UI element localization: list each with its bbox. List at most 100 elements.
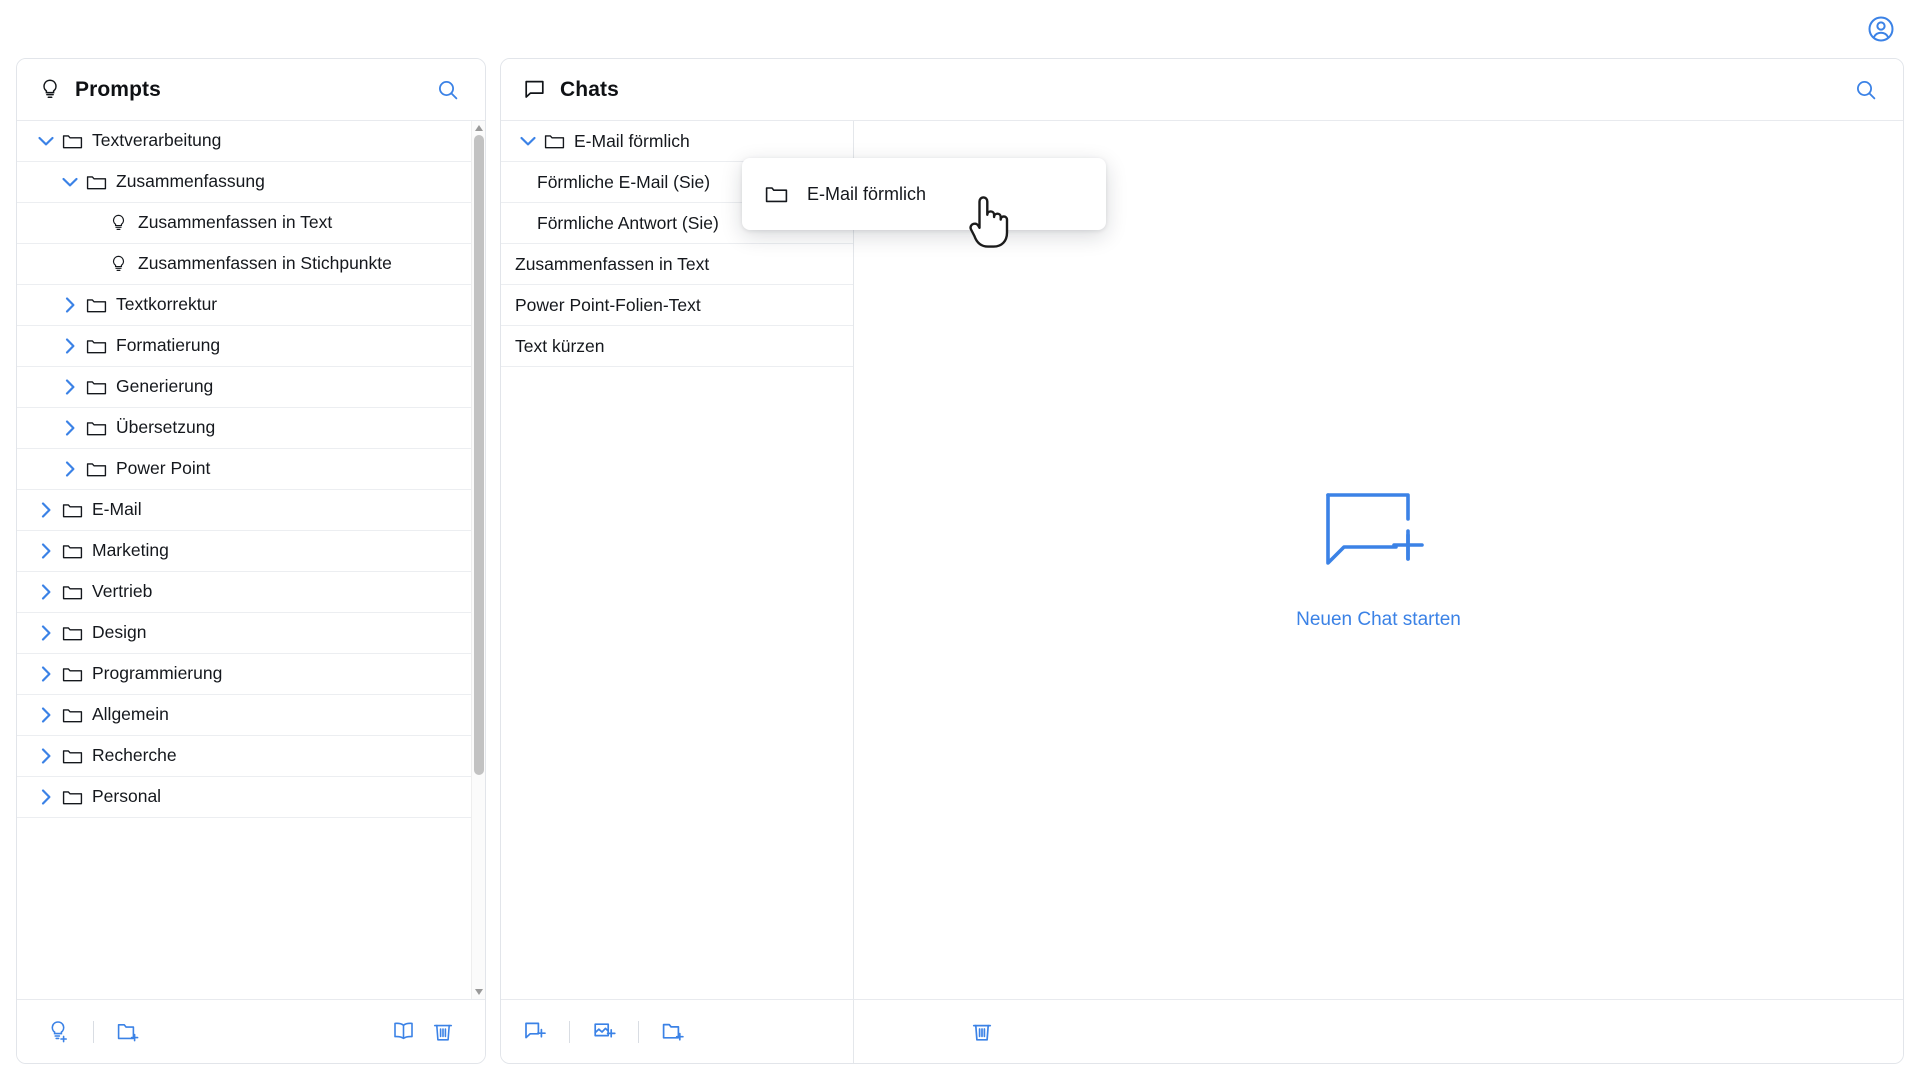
chats-tree-row-label: E-Mail förmlich (574, 130, 690, 151)
prompts-tree-row[interactable]: Generierung (17, 367, 485, 408)
chats-toolbar (501, 999, 854, 1063)
folder-icon (541, 130, 567, 153)
prompts-tree-row[interactable]: Power Point (17, 449, 485, 490)
chats-tree-row-label: Zusammenfassen in Text (515, 253, 710, 274)
prompts-tree-row[interactable]: Vertrieb (17, 572, 485, 613)
lightbulb-icon (105, 213, 131, 234)
prompts-tree-row[interactable]: Allgemein (17, 695, 485, 736)
chat-actions-toolbar (854, 999, 1903, 1063)
folder-icon (83, 458, 109, 481)
prompts-tree-row-label: Marketing (92, 540, 169, 561)
prompts-tree-row-label: Textkorrektur (116, 294, 218, 315)
prompts-tree-row-label: Generierung (116, 376, 214, 397)
scroll-up-arrow-icon[interactable] (475, 124, 483, 132)
new-image-button[interactable] (584, 1012, 624, 1052)
chevron-right-icon[interactable] (33, 581, 59, 603)
chats-panel-header: Chats (501, 59, 1903, 121)
lightbulb-icon (39, 78, 61, 102)
chats-list[interactable]: E-Mail förmlich Förmliche E-Mail (Sie) För… (501, 121, 854, 999)
start-new-chat-label[interactable]: Neuen Chat starten (1296, 609, 1461, 631)
folder-icon (59, 786, 85, 809)
prompts-tree-row[interactable]: Formatierung (17, 326, 485, 367)
chevron-right-icon[interactable] (57, 458, 83, 480)
search-icon[interactable] (433, 75, 463, 105)
folder-icon (83, 376, 109, 399)
new-folder-button[interactable] (653, 1012, 693, 1052)
chats-tree-row[interactable]: Power Point-Folien-Text (501, 285, 853, 326)
delete-chat-button[interactable] (962, 1012, 1002, 1052)
chats-panel: Chats E-Mail förmlich Förmliche E-Mail (S… (500, 58, 1904, 1064)
folder-icon (59, 499, 85, 522)
folder-icon (83, 335, 109, 358)
chevron-right-icon[interactable] (57, 417, 83, 439)
scrollbar-thumb[interactable] (474, 135, 484, 775)
prompts-tree-row[interactable]: Programmierung (17, 654, 485, 695)
chevron-right-icon[interactable] (33, 786, 59, 808)
chevron-right-icon[interactable] (33, 540, 59, 562)
new-folder-button[interactable] (108, 1012, 148, 1052)
prompts-tree-row-label: Textverarbeitung (92, 130, 222, 151)
prompts-tree-row[interactable]: Zusammenfassung (17, 162, 485, 203)
prompts-tree-row[interactable]: Marketing (17, 531, 485, 572)
app-root: Prompts Textverarbeitung Zusammenfassung Z… (0, 0, 1920, 1080)
chats-tree-row-label: Förmliche E-Mail (Sie) (537, 171, 711, 192)
prompts-tree-row[interactable]: Personal (17, 777, 485, 818)
scroll-down-arrow-icon[interactable] (475, 988, 483, 996)
delete-button[interactable] (423, 1012, 463, 1052)
prompts-tree-row-label: Zusammenfassung (116, 171, 265, 192)
chats-empty-state: Neuen Chat starten (854, 121, 1903, 999)
top-bar (0, 0, 1920, 56)
new-chat-button[interactable] (515, 1012, 555, 1052)
prompts-tree-row[interactable]: Zusammenfassen in Stichpunkte (17, 244, 485, 285)
chevron-right-icon[interactable] (33, 745, 59, 767)
folder-icon (59, 540, 85, 563)
prompts-tree-row[interactable]: Recherche (17, 736, 485, 777)
library-button[interactable] (383, 1012, 423, 1052)
chats-tree-row-label: Text kürzen (515, 335, 605, 356)
chats-panel-title: Chats (560, 77, 619, 101)
chevron-right-icon[interactable] (33, 622, 59, 644)
prompts-scrollbar[interactable] (471, 121, 485, 999)
chevron-down-icon[interactable] (33, 130, 59, 152)
prompts-tree-row-label: Personal (92, 786, 162, 807)
prompts-tree-row[interactable]: Textverarbeitung (17, 121, 485, 162)
drag-ghost-item: E-Mail förmlich (742, 158, 1106, 230)
search-icon[interactable] (1851, 75, 1881, 105)
chevron-right-icon[interactable] (33, 663, 59, 685)
prompts-tree-row[interactable]: Zusammenfassen in Text (17, 203, 485, 244)
prompts-tree-row-label: Vertrieb (92, 581, 153, 602)
folder-icon (764, 182, 789, 207)
prompts-tree-row[interactable]: Übersetzung (17, 408, 485, 449)
prompts-tree-row-label: Zusammenfassen in Text (138, 212, 333, 233)
chevron-right-icon[interactable] (33, 704, 59, 726)
chevron-down-icon[interactable] (515, 130, 541, 152)
chat-plus-large-icon[interactable] (1324, 490, 1434, 583)
chats-tree-row[interactable]: Zusammenfassen in Text (501, 244, 853, 285)
prompts-tree-row[interactable]: Design (17, 613, 485, 654)
toolbar-separator (638, 1020, 639, 1043)
chats-tree-row[interactable]: E-Mail förmlich (501, 121, 853, 162)
chevron-right-icon[interactable] (33, 499, 59, 521)
prompts-tree-row[interactable]: E-Mail (17, 490, 485, 531)
chevron-right-icon[interactable] (57, 376, 83, 398)
chevron-right-icon[interactable] (57, 294, 83, 316)
prompts-tree-row-label: Allgemein (92, 704, 169, 725)
chevron-right-icon[interactable] (57, 335, 83, 357)
prompts-panel-header: Prompts (17, 59, 485, 121)
folder-icon (83, 294, 109, 317)
prompts-tree-row-label: Zusammenfassen in Stichpunkte (138, 253, 392, 274)
folder-icon (59, 130, 85, 153)
lightbulb-icon (105, 254, 131, 275)
prompts-tree-scroll-area[interactable]: Textverarbeitung Zusammenfassung Zusammenf… (17, 121, 485, 999)
chevron-down-icon[interactable] (57, 171, 83, 193)
new-prompt-button[interactable] (39, 1012, 79, 1052)
prompts-tree-row[interactable]: Textkorrektur (17, 285, 485, 326)
prompts-toolbar (17, 999, 485, 1063)
folder-icon (59, 704, 85, 727)
user-circle-icon[interactable] (1864, 12, 1898, 46)
prompts-tree-row-label: Recherche (92, 745, 177, 766)
chats-tree-row[interactable]: Text kürzen (501, 326, 853, 367)
prompts-tree-row-label: Programmierung (92, 663, 223, 684)
prompts-tree-row-label: E-Mail (92, 499, 142, 520)
chats-tree-row-label: Förmliche Antwort (Sie) (537, 212, 719, 233)
